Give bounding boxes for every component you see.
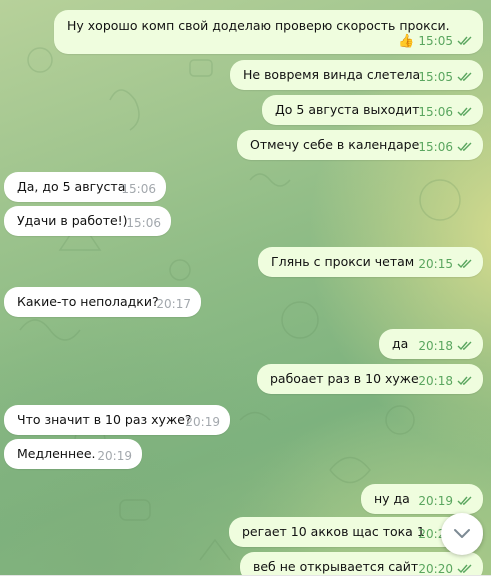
message-text: Удачи в работе!) (17, 213, 128, 228)
message-bubble-outgoing[interactable]: Не вовремя винда слетела 15:05 (230, 60, 483, 90)
thumbs-up-icon[interactable]: 👍 (398, 35, 414, 48)
message-bubble-outgoing[interactable]: ну да 20:19 (361, 484, 483, 514)
message-bubble-outgoing[interactable]: рабоает раз в 10 хуже 20:18 (257, 364, 483, 394)
message-bubble-outgoing[interactable]: До 5 августа выходит 15:06 (262, 95, 483, 125)
message-bubble-incoming[interactable]: Медленнее. 20:19 (4, 439, 142, 469)
message-composer-bar[interactable] (0, 575, 491, 588)
double-check-icon (457, 259, 472, 269)
double-check-icon (457, 107, 472, 117)
message-meta: 15:06 (418, 140, 473, 154)
message-time: 20:15 (418, 257, 453, 271)
message-text: рабоает раз в 10 хуже (270, 371, 419, 386)
message-time: 15:05 (418, 34, 453, 48)
message-time: 15:06 (121, 182, 156, 196)
message-bubble-incoming[interactable]: Удачи в работе!) 15:06 (4, 206, 171, 236)
message-text: До 5 августа выходит (275, 102, 420, 117)
message-text: веб не открывается сайт (253, 559, 419, 574)
message-text: Медленнее. (17, 446, 96, 461)
message-bubble-incoming[interactable]: Что значит в 10 раз хуже? 20:19 (4, 405, 230, 435)
message-text: да (392, 336, 409, 351)
chevron-down-icon (454, 529, 470, 538)
message-bubble-outgoing[interactable]: да 20:18 (379, 329, 483, 359)
message-meta: 15:05 (418, 70, 473, 84)
message-text: Ну хорошо комп свой доделаю проверю скор… (67, 18, 450, 33)
message-bubble-outgoing[interactable]: Ну хорошо комп свой доделаю проверю скор… (54, 10, 483, 54)
message-meta: 20:17 (156, 297, 191, 311)
message-text: Глянь с прокси четам (271, 254, 415, 269)
message-time: 15:06 (418, 105, 453, 119)
message-time: 20:18 (418, 374, 453, 388)
message-text: Не вовремя винда слетела (243, 67, 421, 82)
message-time: 15:06 (418, 140, 453, 154)
scroll-down-button[interactable] (441, 513, 483, 555)
message-text: ну да (374, 491, 410, 506)
message-bubble-outgoing[interactable]: Отмечу себе в календаре 15:06 (237, 130, 483, 160)
double-check-icon (457, 341, 472, 351)
double-check-icon (457, 496, 472, 506)
message-meta: 20:15 (418, 257, 473, 271)
message-bubble-incoming[interactable]: Да, до 5 августа 15:06 (4, 172, 166, 202)
double-check-icon (457, 142, 472, 152)
message-text: Что значит в 10 раз хуже? (17, 412, 192, 427)
message-time: 20:18 (418, 339, 453, 353)
message-bubble-incoming[interactable]: Какие-то неполадки? 20:17 (4, 287, 201, 317)
double-check-icon (457, 72, 472, 82)
message-meta: 15:06 (418, 105, 473, 119)
message-meta: 15:06 (121, 182, 156, 196)
message-meta: 20:18 (418, 374, 473, 388)
message-time: 20:19 (185, 415, 220, 429)
double-check-icon (457, 564, 472, 574)
double-check-icon (457, 376, 472, 386)
message-text: Да, до 5 августа (17, 179, 126, 194)
message-meta: 20:18 (418, 339, 473, 353)
message-time: 20:19 (418, 494, 453, 508)
message-time: 15:05 (418, 70, 453, 84)
message-time: 20:17 (156, 297, 191, 311)
message-meta: 20:19 (185, 415, 220, 429)
message-meta: 20:19 (97, 449, 132, 463)
message-meta: 👍 15:05 (398, 34, 473, 48)
message-text: Какие-то неполадки? (17, 294, 159, 309)
message-time: 20:19 (97, 449, 132, 463)
message-text: Отмечу себе в календаре (250, 137, 420, 152)
message-time: 15:06 (126, 216, 161, 230)
message-time: 20:20 (418, 562, 453, 576)
message-text: регает 10 акков щас тока 1 (242, 524, 425, 539)
message-meta: 20:19 (418, 494, 473, 508)
message-meta: 20:20 (418, 562, 473, 576)
message-bubble-outgoing[interactable]: Глянь с прокси четам 20:15 (258, 247, 483, 277)
message-meta: 15:06 (126, 216, 161, 230)
double-check-icon (457, 36, 472, 46)
